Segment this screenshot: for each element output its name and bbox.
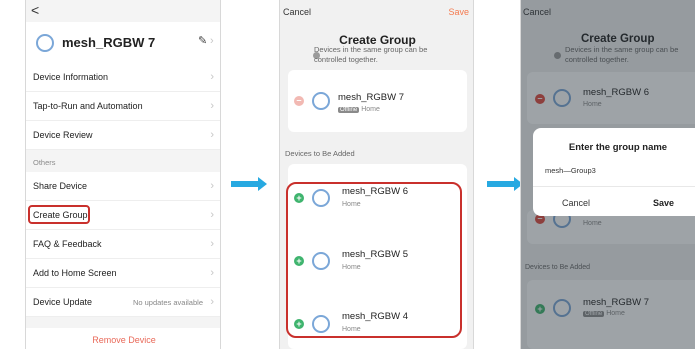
device-name: mesh_RGBW 7 [62,35,156,50]
arrow-head [258,177,267,191]
menu-item-device-information[interactable]: Device Information › [26,63,220,92]
chevron-right-icon: › [210,71,214,83]
chevron-right-icon: › [210,129,214,141]
menu-item-label: Device Update [33,297,93,307]
remove-device-button[interactable]: Remove Device [26,328,220,349]
create-group-highlight [28,205,90,224]
device-name: mesh_RGBW 7 [338,92,404,103]
device-header[interactable]: mesh_RGBW 7 ✎ › [26,22,220,64]
group-name-input[interactable]: mesh—Group3 [545,166,596,175]
create-group-screen: Cancel Save Create Group Devices in the … [279,0,474,349]
group-description: Devices in the same group can be control… [314,45,428,64]
device-settings-screen: < mesh_RGBW 7 ✎ › Device Information › T… [25,0,221,349]
menu-item-tap-to-run[interactable]: Tap-to-Run and Automation › [26,92,220,121]
chevron-right-icon: › [210,209,214,221]
group-name-dialog: Enter the group name mesh—Group3 Cancel … [533,128,695,216]
menu-item-share-device[interactable]: Share Device › [26,172,220,201]
menu-item-label: FAQ & Feedback [33,239,102,249]
edit-icon[interactable]: ✎ [198,34,207,47]
menu-item-device-update[interactable]: Device Update No updates available › [26,288,220,317]
back-icon[interactable]: < [31,2,39,18]
section-label-others: Others [33,158,56,167]
arrow-shaft [231,181,258,187]
arrow-shaft [487,181,514,187]
menu-item-faq-feedback[interactable]: FAQ & Feedback › [26,230,220,259]
dialog-cancel-button[interactable]: Cancel [562,198,590,208]
update-status: No updates available [132,298,203,307]
arrow-right-icon [487,177,523,191]
chevron-right-icon: › [210,100,214,112]
tutorial-frame: < mesh_RGBW 7 ✎ › Device Information › T… [0,0,695,349]
menu-item-device-review[interactable]: Device Review › [26,121,220,150]
chevron-right-icon: › [210,35,214,47]
devices-highlight [286,182,462,338]
dialog-title: Enter the group name [568,142,668,153]
device-room: Home [361,106,380,113]
chevron-right-icon: › [210,180,214,192]
device-ring-icon [312,92,330,110]
dialog-divider [533,186,695,187]
menu-item-label: Add to Home Screen [33,268,117,278]
menu-item-label: Device Review [33,130,93,140]
chevron-right-icon: › [210,238,214,250]
arrow-right-icon [231,177,267,191]
save-button[interactable]: Save [448,7,469,17]
device-ring-icon [36,34,54,52]
menu-item-add-to-home-screen[interactable]: Add to Home Screen › [26,259,220,288]
offline-badge: Offline [338,107,360,113]
remove-device-icon[interactable]: – [294,96,304,106]
device-meta: Offline Home [338,106,380,113]
group-name-screen: Cancel Create Group Devices in the same … [520,0,695,349]
chevron-right-icon: › [210,267,214,279]
section-label-devices-to-add: Devices to Be Added [285,149,355,158]
menu-item-label: Tap-to-Run and Automation [33,101,143,111]
current-device-card: – mesh_RGBW 7 Offline Home [288,70,467,132]
cancel-button[interactable]: Cancel [283,7,311,17]
chevron-right-icon: › [210,296,214,308]
dialog-save-button[interactable]: Save [653,198,674,208]
menu-item-label: Share Device [33,181,88,191]
menu-item-label: Device Information [33,72,109,82]
